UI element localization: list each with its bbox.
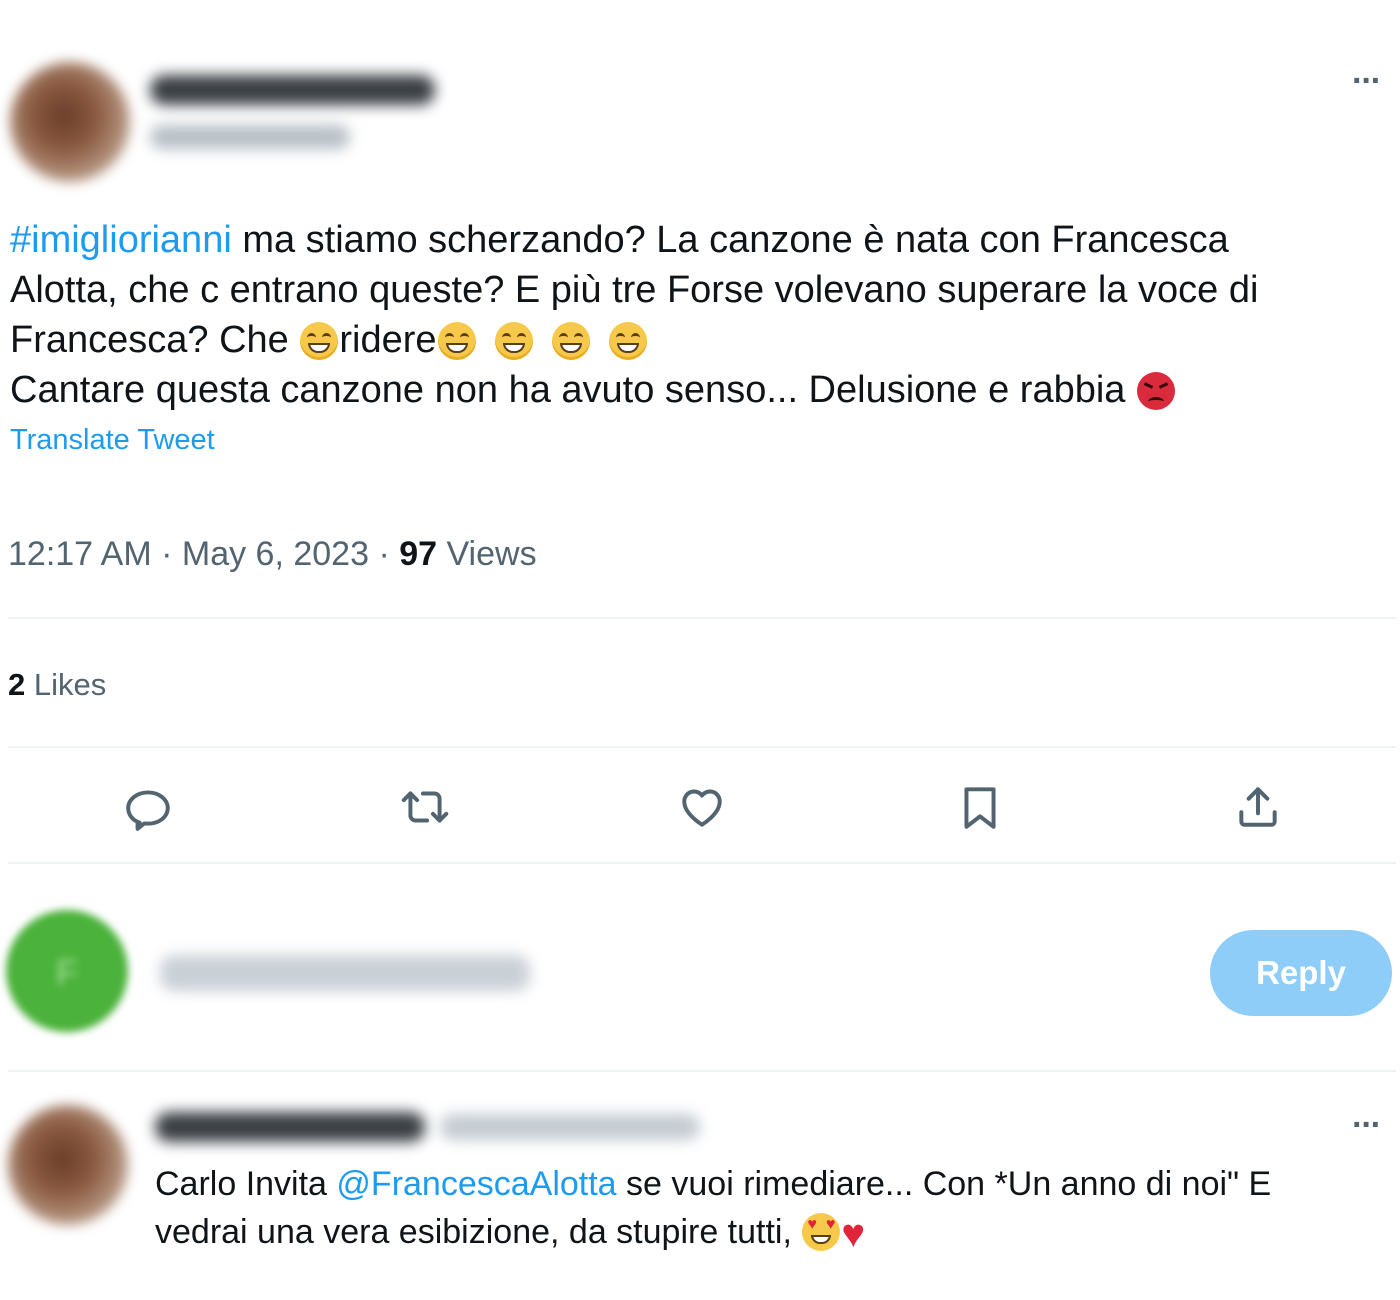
reply-text: Carlo Invita @FrancescaAlotta se vuoi ri…	[155, 1160, 1395, 1258]
author-avatar[interactable]	[10, 62, 130, 182]
reply-button[interactable]: Reply	[1210, 930, 1392, 1016]
meta-separator: ·	[369, 535, 400, 573]
more-options-icon[interactable]: ···	[1352, 64, 1382, 98]
tweet-metadata: 12:17 AM · May 6, 2023 · 97 Views	[8, 535, 537, 574]
likes-link[interactable]: 2 Likes	[8, 667, 106, 703]
tweet-line-3b: ridere	[339, 319, 437, 361]
grinning-emoji	[494, 322, 533, 360]
like-icon[interactable]	[677, 782, 727, 832]
views-count: 97	[399, 535, 438, 573]
reply-text-a: Carlo Invita	[155, 1165, 337, 1203]
meta-separator: ·	[151, 535, 182, 573]
divider	[8, 862, 1396, 864]
reply-author-name[interactable]	[155, 1112, 425, 1142]
author-name[interactable]	[150, 75, 435, 105]
tweet-line-3a: Francesca? Che	[10, 319, 300, 361]
reply-text-b: se vuoi rimediare... Con *Un anno di noi…	[616, 1165, 1272, 1203]
tweet-line-2: Alotta, che c entrano queste? E più tre …	[10, 269, 1259, 311]
bookmark-icon[interactable]	[955, 782, 1005, 832]
author-handle[interactable]	[150, 125, 350, 149]
grinning-emoji	[608, 322, 647, 360]
mention-link[interactable]: @FrancescaAlotta	[336, 1165, 616, 1203]
reply-text-c: vedrai una vera esibizione, da stupire t…	[155, 1213, 802, 1251]
tweet-line-1: ma stiamo scherzando? La canzone è nata …	[231, 219, 1229, 261]
reply-author-handle[interactable]	[440, 1114, 700, 1140]
share-icon[interactable]	[1233, 782, 1283, 832]
hashtag-link[interactable]: #imigliorianni	[10, 219, 232, 261]
tweet-line-4: Cantare questa canzone non ha avuto sens…	[10, 369, 1136, 411]
tweet-date[interactable]: May 6, 2023	[182, 535, 369, 573]
likes-label: Likes	[25, 667, 107, 702]
retweet-icon[interactable]	[400, 782, 450, 832]
likes-count: 2	[8, 667, 26, 702]
views-label: Views	[437, 535, 537, 573]
divider	[8, 746, 1396, 748]
reply-more-options-icon[interactable]: ···	[1352, 1108, 1382, 1142]
angry-face-emoji	[1137, 372, 1175, 410]
divider	[8, 1070, 1396, 1072]
tweet-time[interactable]: 12:17 AM	[8, 535, 152, 573]
grinning-emoji	[437, 322, 476, 360]
divider	[8, 617, 1396, 619]
tweet-text: #imigliorianni ma stiamo scherzando? La …	[10, 215, 1395, 415]
avatar-letter: F	[56, 952, 78, 993]
translate-tweet-link[interactable]: Translate Tweet	[10, 424, 215, 457]
red-heart-emoji: ♥	[841, 1212, 866, 1256]
reply-input[interactable]	[160, 955, 530, 991]
heart-eyes-emoji	[802, 1213, 841, 1251]
reply-icon[interactable]	[123, 782, 173, 832]
reply-author-avatar[interactable]	[8, 1105, 128, 1225]
grinning-emoji	[551, 322, 590, 360]
grinning-emoji	[300, 322, 339, 360]
current-user-avatar[interactable]: F	[6, 910, 128, 1032]
